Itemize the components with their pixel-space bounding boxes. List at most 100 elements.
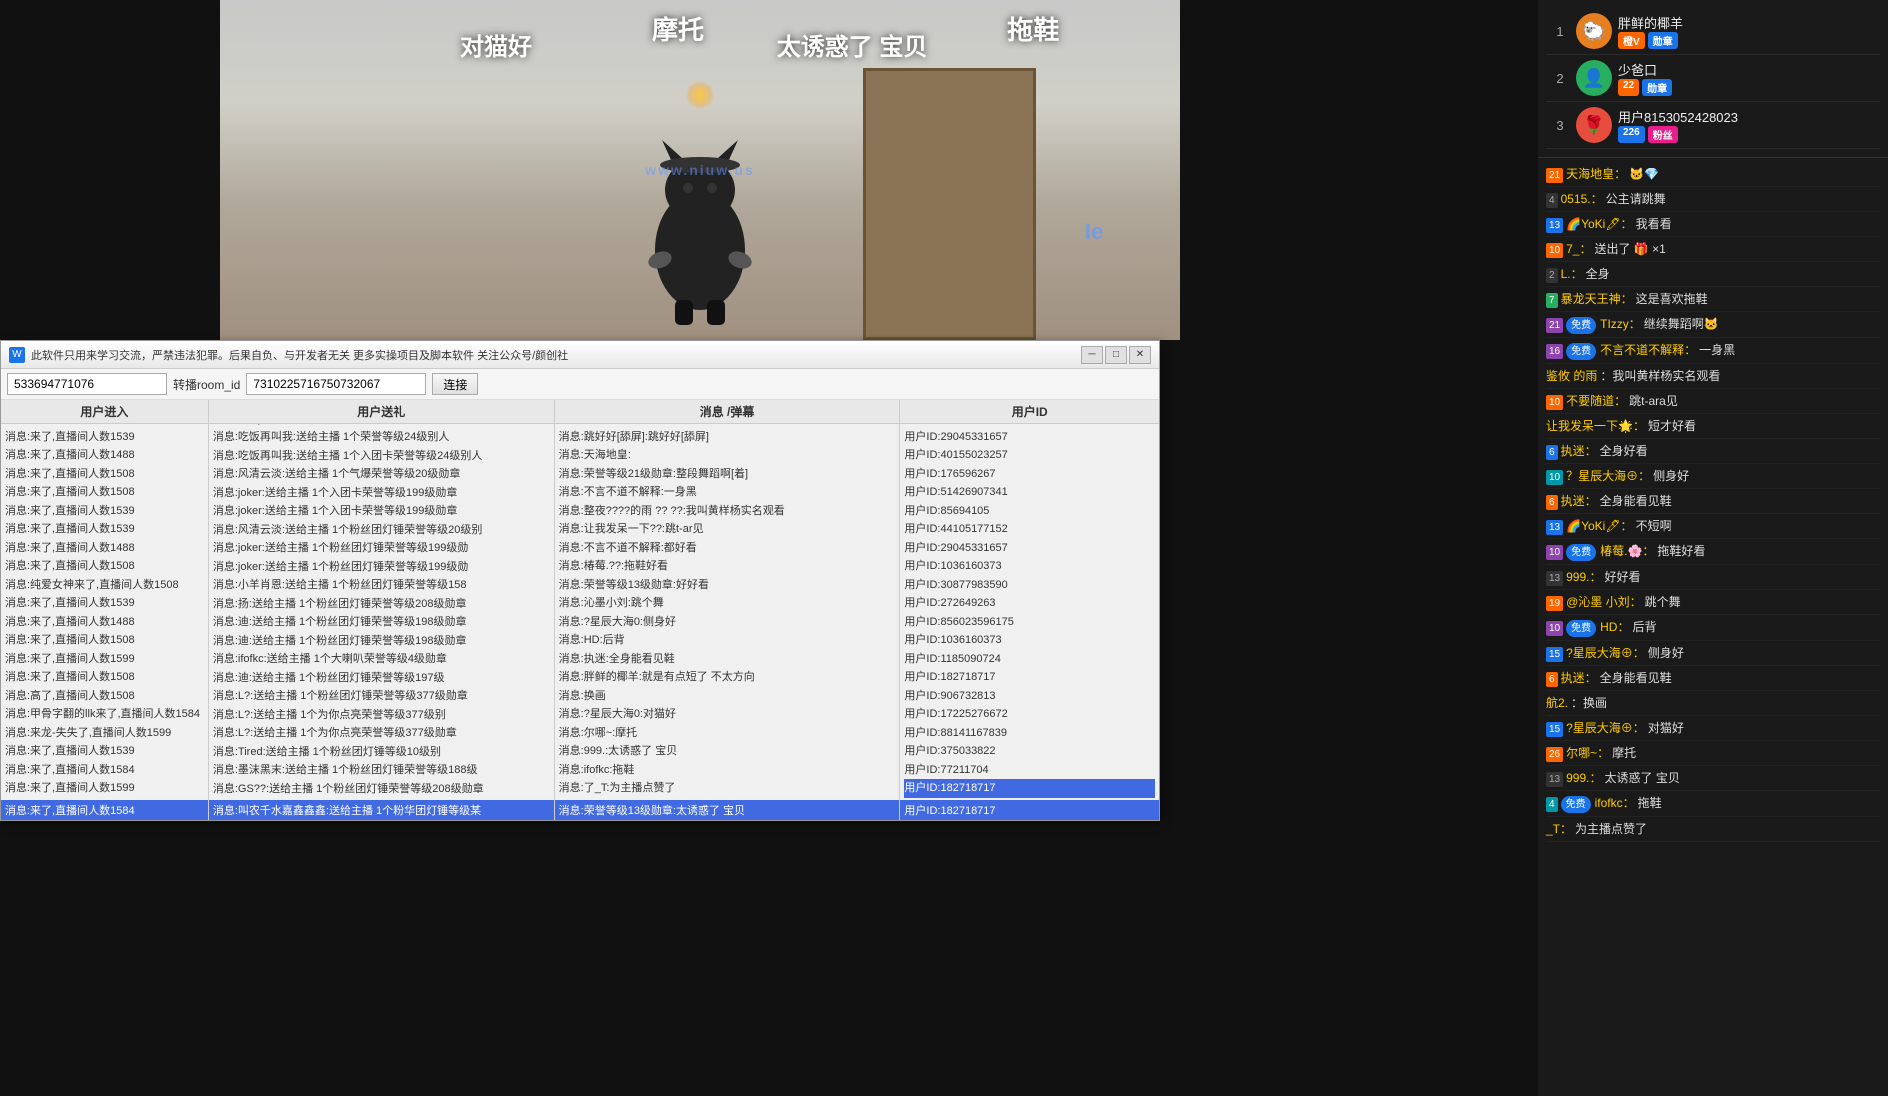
chat-message: 21免费TIzzy：继续舞蹈啊🐱 [1546, 312, 1880, 338]
chat-text: 送出了 🎁 ×1 [1594, 242, 1665, 256]
light-effect [685, 80, 715, 110]
chat-level: 10 [1546, 621, 1563, 636]
chat-level: 21 [1546, 168, 1563, 183]
chat-username: 🌈YoKi🖊： [1566, 217, 1632, 231]
log-line: 消息:来了,直播间人数1508 [5, 483, 204, 502]
user-id-line: 用户ID:44105177152 [904, 520, 1155, 539]
panel-content-gifts[interactable]: 消息:吃饭再叫我:送给主播 1个入团卡荣誉等级24级别人消息:吃饭再叫我:送给主… [209, 424, 554, 800]
gift-log-line: 消息:迪:送给主播 1个粉丝团灯锤荣誉等级197级 [213, 669, 550, 688]
chat-message: 16免费不言不道不解释：一身黑 [1546, 338, 1880, 364]
cat-figure [600, 110, 800, 330]
window-controls[interactable]: ─ □ ✕ [1081, 346, 1151, 364]
chat-text: 全身能看见鞋 [1600, 494, 1672, 508]
room-id-input[interactable] [7, 373, 167, 395]
message-log-line: 消息:不言不道不解释:都好看 [559, 539, 896, 558]
chat-level: 13 [1546, 218, 1563, 233]
chat-message: 10不要随道：跳t-ara见 [1546, 389, 1880, 414]
notice-badge: 免费 [1561, 796, 1591, 813]
chat-level: 7 [1546, 293, 1558, 308]
panel-header-ids: 用户ID [900, 400, 1159, 424]
transfer-id-input[interactable] [246, 373, 426, 395]
chat-text: 这是喜欢拖鞋 [1636, 292, 1708, 306]
panel-user-gifts: 用户送礼 消息:吃饭再叫我:送给主播 1个入团卡荣誉等级24级别人消息:吃饭再叫… [209, 400, 555, 820]
user-id-line: 用户ID:77211704 [904, 761, 1155, 780]
chat-message: 21天海地皇：🐱💎 [1546, 162, 1880, 187]
user-id-line: 用户ID:375033822 [904, 742, 1155, 761]
stream-area: 对猫好 摩托 太诱惑了 宝贝 拖鞋 www.niuw.us Ie W 此软件只用… [0, 0, 1538, 1096]
user-id-line: 用户ID:182718717 [904, 779, 1155, 798]
log-line: 消息:来了,直播间人数1584 [5, 761, 204, 780]
chat-username: 0515.： [1561, 192, 1603, 206]
gift-log-line: 消息:迪:送给主播 1个粉丝团灯锤荣誉等级198级勋章 [213, 613, 550, 632]
chat-message: 2L.：全身 [1546, 262, 1880, 287]
user-id-line: 用户ID:308779835​90 [904, 576, 1155, 595]
log-line: 消息:来了,直播间人数1488 [5, 613, 204, 632]
chat-username: 🌈YoKi🖊： [1566, 519, 1632, 533]
chat-message: 13🌈YoKi🖊：不短啊 [1546, 514, 1880, 539]
message-log-line: 消息:?星辰大海0:对猫好 [559, 705, 896, 724]
gift-log-line: 消息:小羊肖恩:送给主播 1个粉丝团灯锤荣誉等级158 [213, 576, 550, 595]
chat-message: 13999.：太诱惑了 宝贝 [1546, 766, 1880, 791]
viewer-row: 2👤少爸口22勋章 [1546, 55, 1880, 102]
message-log-line: 消息:?星辰大海0:侧身好 [559, 613, 896, 632]
message-log-line: 消息:让我发呆一下??:跳t-ar见 [559, 520, 896, 539]
close-button[interactable]: ✕ [1129, 346, 1151, 364]
message-log-line: 消息:胖鲜的椰羊:就是有点短了 不太方向 [559, 668, 896, 687]
gift-log-line: 消息:GS??:送给主播 1个粉丝团灯锤荣誉等级208级勋章 [213, 780, 550, 799]
chat-text: 跳个舞 [1645, 595, 1681, 609]
chat-text: 🐱💎 [1629, 167, 1659, 181]
window-titlebar: W 此软件只用来学习交流，严禁违法犯罪。后果自负、与开发者无关 更多实操项目及脚… [1, 341, 1159, 369]
chat-message: 107_：送出了 🎁 ×1 [1546, 237, 1880, 262]
chat-text: 拖鞋 [1638, 796, 1662, 810]
user-id-line: 用户ID:176596267 [904, 465, 1155, 484]
chat-level: 2 [1546, 268, 1558, 283]
chat-messages[interactable]: 21天海地皇：🐱💎40515.：公主请跳舞13🌈YoKi🖊：我看看107_：送出… [1538, 158, 1888, 1096]
software-window: W 此软件只用来学习交流，严禁违法犯罪。后果自负、与开发者无关 更多实操项目及脚… [0, 340, 1160, 821]
message-log-line: 消息:整夜????的雨 ?? ??:我叫黄样杨实名观看 [559, 502, 896, 521]
gift-log-line: 消息:风清云淡:送给主播 1个气爆荣誉等级20级勋章 [213, 465, 550, 484]
log-line: 消息:来了,直播间人数1488 [5, 539, 204, 558]
chat-level: 19 [1546, 596, 1563, 611]
chat-level: 21 [1546, 318, 1563, 333]
connect-button[interactable]: 连接 [432, 373, 478, 395]
viewer-name: 用户8153052428023 [1618, 107, 1876, 126]
panel-messages: 消息 /弹幕 消息:胖鲜的椰羊: [检脸] 他叫?消息:血农千水嘉鑫消息:荣誉等… [555, 400, 901, 820]
gift-log-line: 消息:L?:送给主播 1个为你点亮荣誉等级377级勋章 [213, 724, 550, 743]
chat-text: 侧身好 [1648, 646, 1684, 660]
chat-level: 6 [1546, 672, 1558, 687]
panel-content-enter[interactable]: 消息:来了,直播间人数1508消息:来了,直播间人数1401消息:来了,直播间人… [1, 424, 208, 800]
chat-username: ？星辰大海⊕： [1566, 469, 1650, 483]
gift-log-line: 消息:迪:送给主播 1个粉丝团灯锤荣誉等级198级勋章 [213, 632, 550, 651]
message-log-line: 消息:荣誉等级21级勋章:整段舞蹈啊[着] [559, 465, 896, 484]
panel-content-messages[interactable]: 消息:胖鲜的椰羊: [检脸] 他叫?消息:血农千水嘉鑫消息:荣誉等级142级别-… [555, 424, 900, 800]
chat-level: 16 [1546, 344, 1563, 359]
gift-log-line: 消息:风清云淡:送给主播 1个粉丝团灯锤荣誉等级20级别 [213, 521, 550, 540]
chat-username: 不言不道不解释： [1600, 343, 1696, 357]
gift-log-line: 消息:吃饭再叫我:送给主播 1个荣誉等级24级别人 [213, 428, 550, 447]
chat-text: 一身黑 [1699, 343, 1735, 357]
chat-username: 鉴攸 的雨 [1546, 369, 1597, 383]
user-id-line: 用户ID:856023596175 [904, 613, 1155, 632]
chat-text: ：我叫黄样杨实名观看 [1600, 369, 1720, 383]
chat-message: 13999.：好好看 [1546, 565, 1880, 590]
viewer-name: 胖鲜的椰羊 [1618, 13, 1876, 32]
chat-level: 4 [1546, 797, 1558, 812]
chat-username: 天海地皇： [1566, 167, 1626, 181]
panel-footer-messages: 消息:荣誉等级13级勋章:太诱惑了 宝贝 [555, 800, 900, 820]
chat-level: 10 [1546, 470, 1563, 485]
gift-log-line: 消息:joker:送给主播 1个粉丝团灯锤荣誉等级199级勋 [213, 539, 550, 558]
panel-content-ids[interactable]: 用户ID:347317797用户ID:930957655用户ID:4177250… [900, 424, 1159, 800]
viewer-name: 少爸口 [1618, 60, 1876, 79]
minimize-button[interactable]: ─ [1081, 346, 1103, 364]
gift-log-line: 消息:扬:送给主播 1个粉丝团灯锤荣誉等级208级勋章 [213, 595, 550, 614]
viewer-badge: 226 [1618, 126, 1645, 143]
chat-username: 不要随道： [1566, 394, 1626, 408]
chat-text: 不短啊 [1636, 519, 1672, 533]
user-id-line: 用户ID:272649263 [904, 594, 1155, 613]
chat-username: 7_： [1566, 242, 1591, 256]
gift-log-line: 消息:joker:送给主播 1个粉丝团灯锤荣誉等级199级勋 [213, 558, 550, 577]
notice-badge: 免费 [1566, 620, 1596, 637]
maximize-button[interactable]: □ [1105, 346, 1127, 364]
user-id-line: 用户ID:1185090724 [904, 650, 1155, 669]
chat-username: 尔哪~： [1566, 746, 1609, 760]
